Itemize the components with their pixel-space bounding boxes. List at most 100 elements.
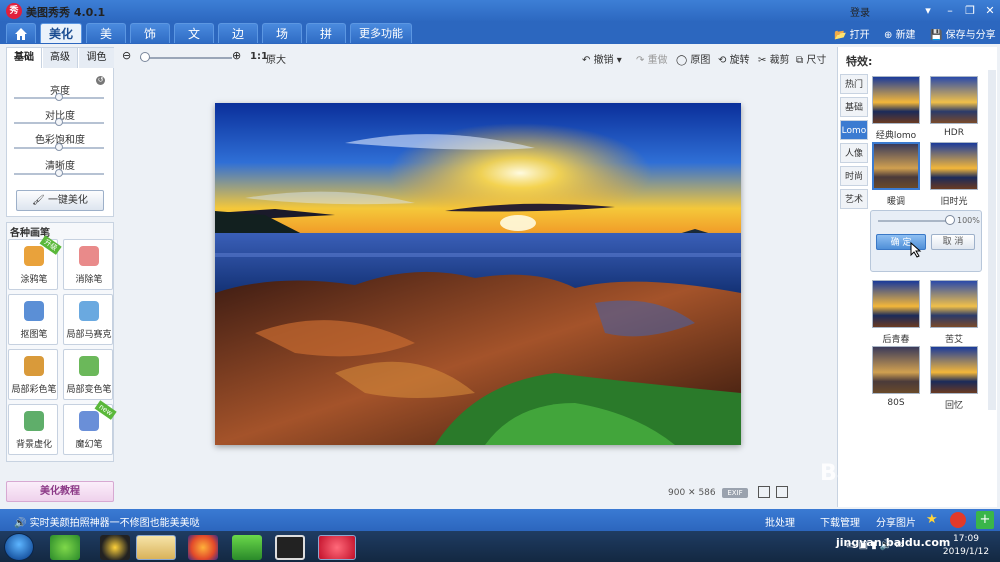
restore-button[interactable]: ❐ — [962, 3, 978, 19]
saturation-thumb[interactable] — [55, 143, 63, 151]
effect-thumbnail[interactable] — [872, 346, 920, 394]
app-360-icon[interactable] — [50, 535, 80, 560]
rotate-button[interactable]: ⟲ 旋转 — [718, 51, 750, 66]
close-button[interactable]: ✕ — [982, 3, 998, 19]
add-icon[interactable]: + — [976, 511, 994, 529]
open-label: 打开 — [849, 30, 870, 41]
status-tip[interactable]: 🔊 实时美颜拍照神器一不修图也能美美哒 — [14, 514, 200, 529]
batch-button[interactable]: 批处理 — [765, 514, 795, 529]
zoom-in-icon[interactable]: ⊕ — [232, 49, 241, 62]
weibo-icon[interactable] — [950, 512, 966, 528]
effect-thumbnail[interactable] — [930, 346, 978, 394]
effect-category[interactable]: 艺术 — [840, 189, 868, 209]
one-key-label: 一键美化 — [47, 195, 88, 206]
minimize-button[interactable]: – — [942, 3, 958, 19]
effect-category[interactable]: 人像 — [840, 143, 868, 163]
contrast-thumb[interactable] — [55, 118, 63, 126]
effect-label: HDR — [944, 128, 964, 138]
mouse-cursor-icon — [910, 242, 922, 258]
exif-button[interactable]: EXIF — [722, 488, 748, 498]
one-key-beautify-button[interactable]: 🖌 一键美化 — [16, 190, 104, 211]
brush-icon — [79, 301, 99, 321]
brush-item[interactable]: 局部彩色笔 — [8, 349, 58, 400]
resize-button[interactable]: ⧉ 尺寸 — [796, 51, 826, 66]
intensity-slider[interactable] — [878, 220, 950, 222]
effect-thumbnail[interactable] — [872, 280, 920, 328]
effect-label: 回忆 — [944, 401, 963, 411]
video-app-icon[interactable] — [232, 535, 262, 560]
zoom-slider[interactable] — [140, 57, 232, 59]
zoom-out-icon[interactable]: ⊖ — [122, 49, 131, 62]
undo-button[interactable]: ↶ 撤销 ▾ — [582, 51, 622, 66]
sharpness-thumb[interactable] — [55, 169, 63, 177]
effect-thumbnail[interactable] — [872, 142, 920, 190]
effect-label: 暖调 — [886, 197, 905, 207]
tab-text[interactable]: 文字 — [174, 23, 214, 61]
original-size-button[interactable]: 原大 — [266, 51, 286, 66]
effect-thumbnail[interactable] — [930, 76, 978, 124]
brush-icon — [24, 411, 44, 431]
subtab-advanced[interactable]: 高级 — [43, 48, 78, 68]
brush-icon — [79, 411, 99, 431]
home-tab[interactable] — [6, 23, 36, 43]
brush-label: 抠图笔 — [20, 330, 48, 340]
redo-button[interactable]: ↷ 重做 — [636, 51, 668, 66]
star-icon[interactable]: ★ — [926, 512, 942, 528]
tab-more[interactable]: 更多功能 ▾ — [350, 23, 412, 60]
skin-icon[interactable]: ▾ — [920, 3, 936, 19]
brightness-thumb[interactable] — [55, 93, 63, 101]
tab-decor[interactable]: 饰品 — [130, 23, 170, 61]
effect-category[interactable]: 时尚 — [840, 166, 868, 186]
effects-scrollbar[interactable] — [988, 70, 996, 410]
beautify-tutorial-button[interactable]: 美化教程 — [6, 481, 114, 502]
brush-label: 局部彩色笔 — [11, 385, 57, 395]
subtab-color[interactable]: 调色 — [79, 48, 114, 68]
tab-beauty[interactable]: 美容 — [86, 23, 126, 61]
brush-item[interactable]: 背景虚化 — [8, 404, 58, 455]
compare-icon[interactable] — [758, 486, 770, 498]
subtab-basic[interactable]: 基础 — [7, 48, 42, 68]
new-button[interactable]: ⊕ 新建 — [884, 26, 916, 41]
redo-label: 重做 — [647, 55, 668, 66]
save-share-button[interactable]: 💾 保存与分享 — [930, 26, 996, 41]
effect-category[interactable]: 基础 — [840, 97, 868, 117]
fit-screen-icon[interactable] — [776, 486, 788, 498]
share-image-button[interactable]: 分享图片 — [876, 514, 916, 529]
meitu-taskbar-icon[interactable] — [318, 535, 356, 560]
original-image-button[interactable]: ◯ 原图 — [676, 51, 710, 66]
tab-frame[interactable]: 边框 — [218, 23, 258, 61]
effect-thumbnail[interactable] — [872, 76, 920, 124]
effect-thumbnail[interactable] — [930, 142, 978, 190]
recorder-icon[interactable] — [275, 535, 305, 560]
explorer-icon[interactable] — [136, 535, 176, 560]
original-label: 原图 — [690, 55, 711, 66]
image-dimensions: 900 ✕ 586 — [668, 488, 716, 498]
open-button[interactable]: 📂 打开 — [834, 26, 870, 41]
effect-thumbnail[interactable] — [930, 280, 978, 328]
brush-label: 局部马赛克 — [66, 330, 112, 340]
brush-item[interactable]: 抠图笔 — [8, 294, 58, 345]
cancel-button[interactable]: 取 消 — [931, 234, 975, 250]
home-icon — [15, 28, 27, 40]
brush-item[interactable]: 消除笔 — [63, 239, 113, 290]
firefox-icon[interactable] — [188, 535, 218, 560]
brush-item[interactable]: 局部变色笔 — [63, 349, 113, 400]
brush-label: 涂鸦笔 — [20, 275, 48, 285]
crop-button[interactable]: ✂ 裁剪 — [758, 51, 790, 66]
brush-item[interactable]: 魔幻笔 new — [63, 400, 117, 455]
intensity-thumb[interactable] — [945, 215, 955, 225]
effect-category[interactable]: Lomo — [840, 120, 868, 140]
brush-item[interactable]: 局部马赛克 — [63, 294, 113, 345]
effect-category[interactable]: 热门 — [840, 74, 868, 94]
download-manager-button[interactable]: 下载管理 — [820, 514, 860, 529]
brush-item[interactable]: 涂鸦笔 升级 — [8, 235, 62, 290]
tab-collage[interactable]: 拼图 — [306, 23, 346, 61]
zoom-thumb[interactable] — [140, 52, 150, 62]
login-link[interactable]: 登录 — [850, 4, 870, 19]
qq-icon[interactable] — [100, 535, 130, 560]
start-button[interactable] — [4, 533, 34, 561]
effect-label: 后青春 — [882, 335, 910, 345]
tab-beautify[interactable]: 美化 — [40, 23, 82, 43]
tab-scene[interactable]: 场景 — [262, 23, 302, 61]
app-title: 美图秀秀 4.0.1 — [26, 6, 106, 19]
